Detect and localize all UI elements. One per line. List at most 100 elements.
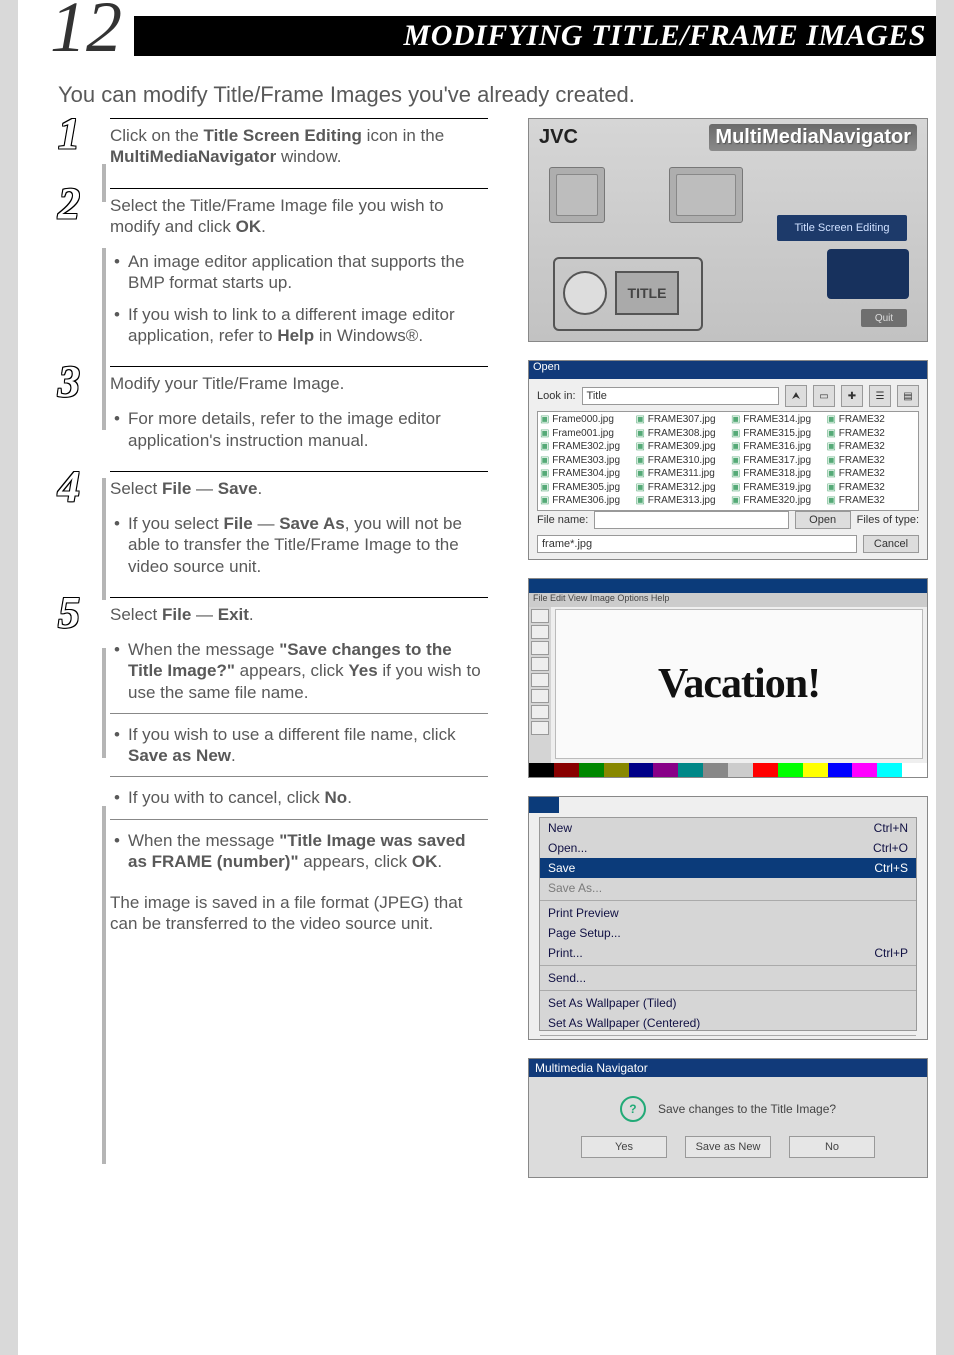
yes-button[interactable]: Yes	[581, 1136, 667, 1158]
editor-menubar[interactable]: File Edit View Image Options Help	[529, 593, 927, 607]
product-label: MultiMediaNavigator	[709, 124, 917, 151]
file-menu[interactable]: NewCtrl+NOpen...Ctrl+OSaveCtrl+SSave As.…	[539, 817, 917, 1031]
text-bold: File	[162, 479, 191, 498]
file-item[interactable]: FRAME303.jpg	[540, 455, 630, 468]
figures-column: JVC MultiMediaNavigator Title Screen Edi…	[528, 118, 928, 1196]
tool-icon[interactable]	[531, 673, 549, 687]
editor-toolbox[interactable]	[529, 607, 551, 763]
text-bold: Yes	[348, 661, 377, 680]
menu-item[interactable]: Print...Ctrl+P	[540, 943, 916, 963]
file-item[interactable]: FRAME320.jpg	[731, 495, 821, 508]
file-item[interactable]: FRAME317.jpg	[731, 455, 821, 468]
text: If you wish to use a different file name…	[128, 725, 456, 744]
file-item[interactable]: FRAME305.jpg	[540, 482, 630, 495]
filename-label: File name:	[537, 514, 588, 526]
file-item[interactable]: FRAME316.jpg	[731, 441, 821, 454]
tool-icon[interactable]	[531, 689, 549, 703]
dialog-bottom: File name: Open Files of type: frame*.jp…	[537, 511, 919, 553]
type-label: Files of type:	[857, 514, 919, 526]
menu-item[interactable]: SaveCtrl+S	[540, 858, 916, 878]
menu-item[interactable]: Save As...	[540, 878, 916, 898]
save-as-new-button[interactable]: Save as New	[685, 1136, 771, 1158]
file-item[interactable]: FRAME302.jpg	[540, 441, 630, 454]
tool-icon[interactable]	[531, 625, 549, 639]
folder-name: Title	[587, 390, 607, 402]
file-item[interactable]: Frame001.jpg	[540, 428, 630, 441]
file-item[interactable]: FRAME319.jpg	[731, 482, 821, 495]
file-item[interactable]: FRAME304.jpg	[540, 468, 630, 481]
file-item[interactable]: Frame000.jpg	[540, 414, 630, 427]
editor-canvas[interactable]: Vacation!	[555, 609, 923, 759]
text: An image editor application that support…	[128, 252, 464, 292]
no-button[interactable]: No	[789, 1136, 875, 1158]
file-item[interactable]: FRAME32	[827, 414, 917, 427]
file-item[interactable]: FRAME306.jpg	[540, 495, 630, 508]
bullet: If you with to cancel, click No.	[110, 776, 488, 808]
folder-combo[interactable]: Title	[582, 387, 779, 405]
text: If you select	[128, 514, 223, 533]
file-item[interactable]: FRAME310.jpg	[636, 455, 726, 468]
color-palette[interactable]	[529, 763, 927, 777]
tool-icon[interactable]	[531, 609, 549, 623]
menu-item[interactable]: Send...	[540, 968, 916, 988]
text-bold: Exit	[218, 605, 249, 624]
file-item[interactable]: FRAME32	[827, 495, 917, 508]
file-item[interactable]: FRAME32	[827, 428, 917, 441]
step-number: 2	[58, 178, 100, 220]
file-item[interactable]: FRAME313.jpg	[636, 495, 726, 508]
file-item[interactable]: FRAME32	[827, 441, 917, 454]
file-item[interactable]: FRAME315.jpg	[731, 428, 821, 441]
step-body: Click on the Title Screen Editing icon i…	[110, 118, 488, 168]
badge-icon[interactable]	[549, 167, 605, 223]
step-number: 4	[58, 461, 100, 503]
figure-navigator: JVC MultiMediaNavigator Title Screen Edi…	[528, 118, 928, 342]
lookin-label: Look in:	[537, 390, 576, 402]
open-button[interactable]: Open	[795, 511, 851, 529]
text: .	[257, 479, 262, 498]
up-icon[interactable]: ⮝	[785, 385, 807, 407]
bullets: An image editor application that support…	[110, 251, 488, 346]
tool-icon[interactable]	[531, 705, 549, 719]
file-item[interactable]: FRAME32	[827, 482, 917, 495]
details-icon[interactable]: ▤	[897, 385, 919, 407]
text-bold: Save as New	[128, 746, 231, 765]
text: Click on the	[110, 126, 204, 145]
file-item[interactable]: FRAME312.jpg	[636, 482, 726, 495]
text: .	[261, 217, 266, 236]
type-field[interactable]: frame*.jpg	[537, 535, 857, 553]
text: —	[191, 605, 217, 624]
header: 12 MODIFYING TITLE/FRAME IMAGES	[18, 10, 936, 58]
tool-icon[interactable]	[531, 657, 549, 671]
file-item[interactable]: FRAME307.jpg	[636, 414, 726, 427]
file-item[interactable]: FRAME309.jpg	[636, 441, 726, 454]
tool-icon[interactable]	[531, 721, 549, 735]
file-item[interactable]: FRAME314.jpg	[731, 414, 821, 427]
filename-field[interactable]	[594, 511, 788, 529]
file-item[interactable]: FRAME32	[827, 468, 917, 481]
quit-button[interactable]: Quit	[861, 309, 907, 327]
menu-item[interactable]: Set As Wallpaper (Centered)	[540, 1013, 916, 1033]
menu-item[interactable]: Print Preview	[540, 903, 916, 923]
list-icon[interactable]: ☰	[869, 385, 891, 407]
desktop-icon[interactable]: ▭	[813, 385, 835, 407]
file-item[interactable]: FRAME318.jpg	[731, 468, 821, 481]
text-bold: OK	[412, 852, 438, 871]
page: 12 MODIFYING TITLE/FRAME IMAGES You can …	[18, 0, 936, 1355]
menu-item[interactable]: NewCtrl+N	[540, 818, 916, 838]
text: .	[249, 605, 254, 624]
file-item[interactable]: FRAME311.jpg	[636, 468, 726, 481]
menu-item[interactable]: Set As Wallpaper (Tiled)	[540, 993, 916, 1013]
cancel-button[interactable]: Cancel	[863, 535, 919, 553]
menu-item[interactable]: 1 D:\Work\...\capture1.bmp	[540, 1038, 916, 1040]
title-screen-editing-button[interactable]: Title Screen Editing	[777, 215, 907, 241]
bullet: For more details, refer to the image edi…	[110, 408, 488, 451]
newfolder-icon[interactable]: ✚	[841, 385, 863, 407]
file-list[interactable]: Frame000.jpgFRAME307.jpgFRAME314.jpgFRAM…	[537, 411, 919, 511]
file-item[interactable]: FRAME308.jpg	[636, 428, 726, 441]
badge-icon[interactable]	[669, 167, 743, 223]
menu-item[interactable]: Page Setup...	[540, 923, 916, 943]
menu-item[interactable]: Open...Ctrl+O	[540, 838, 916, 858]
text: If you with to cancel, click	[128, 788, 325, 807]
file-item[interactable]: FRAME32	[827, 455, 917, 468]
tool-icon[interactable]	[531, 641, 549, 655]
